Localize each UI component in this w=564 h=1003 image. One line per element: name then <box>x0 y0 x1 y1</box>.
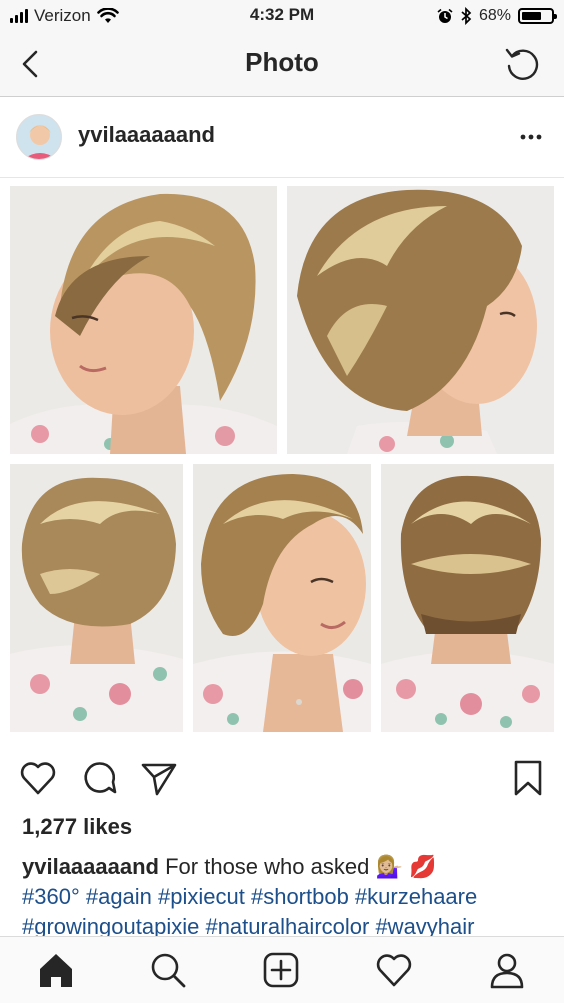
photo-tile <box>381 464 554 732</box>
post-actions <box>0 750 564 806</box>
hashtags-line-1[interactable]: #360° #again #pixiecut #shortbob #kurzeh… <box>22 882 562 912</box>
profile-icon[interactable] <box>486 949 528 991</box>
bookmark-icon[interactable] <box>506 756 550 800</box>
post-photo[interactable] <box>0 178 564 736</box>
hashtags: #360° #again #pixiecut #shortbob #kurzeh… <box>22 882 562 936</box>
post-header: yvilaaaaaand <box>0 98 564 178</box>
caption: yvilaaaaaand For those who asked 💁🏼‍♀️ 💋 <box>22 852 552 882</box>
tab-bar <box>0 936 564 1003</box>
avatar[interactable] <box>16 114 62 160</box>
status-right: 68% <box>437 5 557 27</box>
likes-count[interactable]: 1,277 likes <box>22 814 132 840</box>
photo-tile <box>10 464 183 732</box>
heart-icon[interactable] <box>16 756 60 800</box>
alarm-icon <box>437 8 453 23</box>
battery-icon <box>518 8 557 24</box>
page-title: Photo <box>245 47 319 77</box>
nav-bar: Photo <box>0 32 564 97</box>
refresh-icon[interactable] <box>502 44 542 84</box>
status-bar: Verizon 4:32 PM 68% <box>0 0 564 32</box>
post-username[interactable]: yvilaaaaaand <box>78 122 215 148</box>
activity-heart-icon[interactable] <box>373 949 415 991</box>
caption-text: For those who asked 💁🏼‍♀️ 💋 <box>165 854 437 879</box>
photo-tile <box>10 186 277 454</box>
caption-username[interactable]: yvilaaaaaand <box>22 854 159 879</box>
battery-percent: 68% <box>478 7 511 24</box>
hashtags-line-2[interactable]: #growingoutapixie #naturalhaircolor #wav… <box>22 912 562 936</box>
home-icon[interactable] <box>35 949 77 991</box>
search-icon[interactable] <box>147 949 189 991</box>
photo-tile <box>193 464 371 732</box>
photo-tile <box>287 186 554 454</box>
add-post-icon[interactable] <box>260 949 302 991</box>
comment-icon[interactable] <box>76 756 120 800</box>
share-icon[interactable] <box>137 756 181 800</box>
bluetooth-icon <box>461 7 472 25</box>
more-horizontal-icon[interactable] <box>518 124 544 150</box>
